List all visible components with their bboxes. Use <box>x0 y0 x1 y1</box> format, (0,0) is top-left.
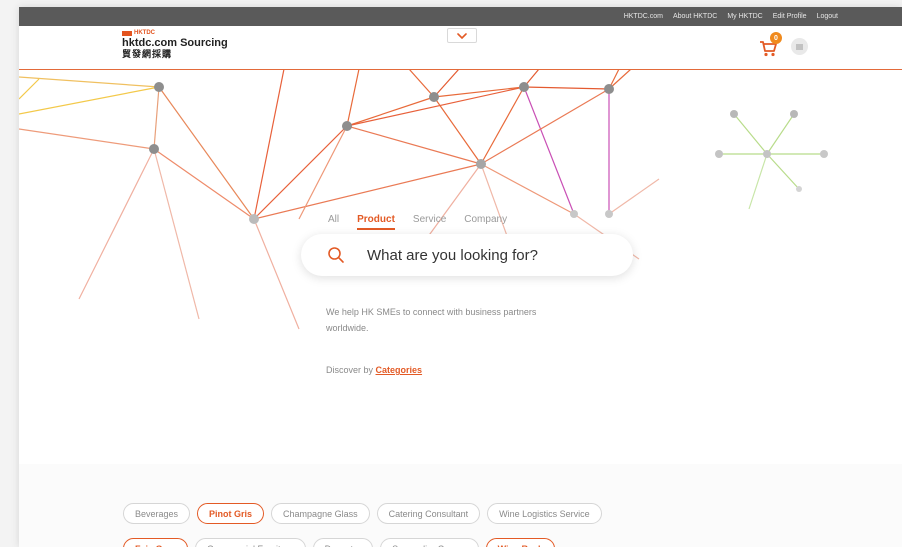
tag-row: Faie Gras Commercial Furniture Decanter … <box>123 538 556 547</box>
site-logo[interactable]: HKTDC hktdc.com Sourcing 貿發網採購 <box>122 30 228 59</box>
search-icon <box>328 247 344 263</box>
discover-by-categories: Discover by Categories <box>326 365 422 375</box>
tag-chip[interactable]: Catering Consultant <box>376 503 481 524</box>
tag-chip[interactable]: Decanter <box>312 538 374 547</box>
tag-chip[interactable]: Pinot Gris <box>197 503 265 524</box>
hktdc-brand-mark: HKTDC <box>122 30 228 36</box>
account-menu-button[interactable] <box>791 38 808 55</box>
brand-small-text: HKTDC <box>134 30 155 36</box>
logo-title: hktdc.com Sourcing <box>122 37 228 49</box>
brand-block-icon <box>122 30 132 36</box>
hero-search-section: All Product Service Company What are you… <box>19 69 902 464</box>
tab-company[interactable]: Company <box>464 214 507 230</box>
about-hktdc-link[interactable]: About HKTDC <box>673 13 717 20</box>
tag-chip[interactable]: Wine Rack <box>485 538 556 547</box>
search-type-tabs: All Product Service Company <box>328 214 507 230</box>
categories-link[interactable]: Categories <box>376 365 423 375</box>
discover-prefix: Discover by <box>326 365 376 375</box>
browser-page: HKTDC.com About HKTDC My HKTDC Edit Prof… <box>19 7 902 547</box>
tag-row: Beverages Pinot Gris Champagne Glass Cat… <box>123 503 602 524</box>
tab-product[interactable]: Product <box>357 214 395 230</box>
logout-link[interactable]: Logout <box>817 13 838 20</box>
tag-chip[interactable]: Sommelier Course <box>380 538 479 547</box>
search-input[interactable]: What are you looking for? <box>301 234 633 276</box>
site-header: HKTDC hktdc.com Sourcing 貿發網採購 0 <box>19 26 902 69</box>
edit-profile-link[interactable]: Edit Profile <box>773 13 807 20</box>
popular-tags-section: Beverages Pinot Gris Champagne Glass Cat… <box>19 464 902 547</box>
logo-title-chinese: 貿發網採購 <box>122 49 173 59</box>
tab-service[interactable]: Service <box>413 214 446 230</box>
tag-chip[interactable]: Wine Logistics Service <box>487 503 602 524</box>
hktdc-home-link[interactable]: HKTDC.com <box>624 13 663 20</box>
tag-chip[interactable]: Commercial Furniture <box>195 538 306 547</box>
cart-count-badge: 0 <box>770 32 782 44</box>
tag-chip[interactable]: Beverages <box>123 503 191 524</box>
expand-menu-button[interactable] <box>447 28 477 43</box>
search-placeholder: What are you looking for? <box>367 246 538 264</box>
tag-chip[interactable]: Champagne Glass <box>271 503 370 524</box>
chevron-down-icon <box>457 32 467 39</box>
utility-nav-bar: HKTDC.com About HKTDC My HKTDC Edit Prof… <box>19 7 902 26</box>
tag-chip[interactable]: Faie Gras <box>123 538 189 547</box>
cart-button[interactable]: 0 <box>759 32 783 57</box>
hero-tagline: We help HK SMEs to connect with business… <box>326 307 537 333</box>
tab-all[interactable]: All <box>328 214 339 230</box>
hamburger-icon <box>796 44 803 49</box>
my-hktdc-link[interactable]: My HKTDC <box>727 13 762 20</box>
